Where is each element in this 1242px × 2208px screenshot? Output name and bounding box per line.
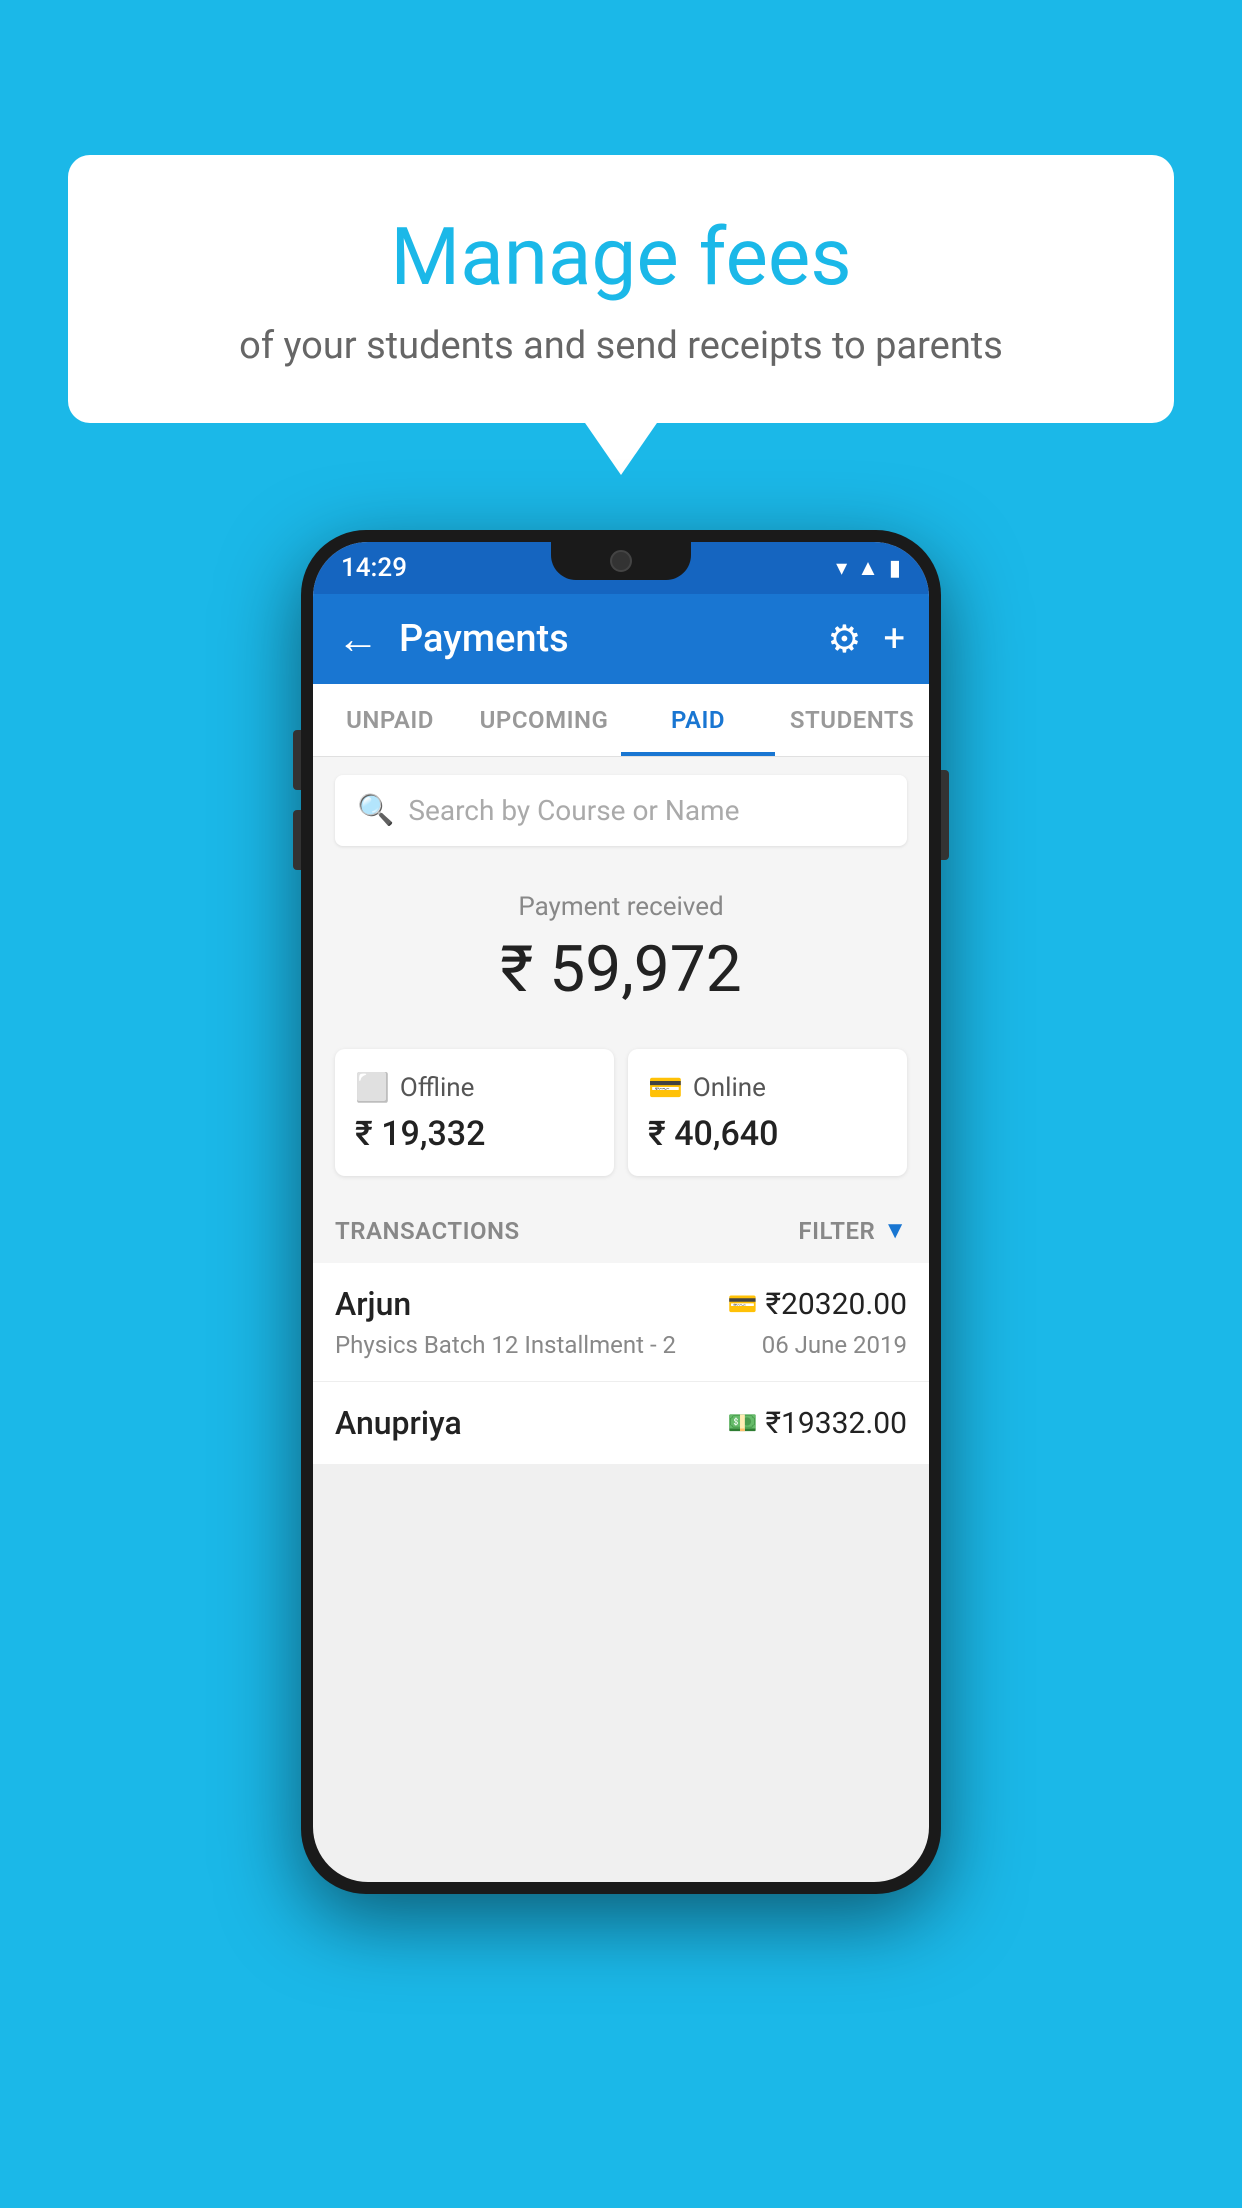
tab-upcoming[interactable]: UPCOMING bbox=[467, 684, 621, 756]
transactions-label: TRANSACTIONS bbox=[335, 1217, 520, 1245]
add-icon[interactable]: + bbox=[883, 617, 905, 661]
online-label: Online bbox=[693, 1073, 766, 1103]
signal-icon: ▲ bbox=[857, 555, 879, 581]
transaction-amount-wrap-anupriya: 💵 ₹19332.00 bbox=[728, 1406, 907, 1441]
transaction-row-anupriya[interactable]: Anupriya 💵 ₹19332.00 bbox=[313, 1382, 929, 1464]
volume-down-button bbox=[293, 810, 301, 870]
status-icons: ▾ ▲ ▮ bbox=[836, 555, 901, 581]
offline-icon: ⬜ bbox=[355, 1071, 390, 1104]
transaction-amount-arjun: ₹20320.00 bbox=[766, 1287, 907, 1322]
settings-icon[interactable]: ⚙ bbox=[827, 617, 861, 662]
status-time: 14:29 bbox=[341, 553, 407, 583]
online-icon: 💳 bbox=[648, 1071, 683, 1104]
phone-camera bbox=[610, 550, 632, 572]
transactions-header: TRANSACTIONS FILTER ▼ bbox=[313, 1198, 929, 1263]
transaction-name-arjun: Arjun bbox=[335, 1285, 411, 1323]
offline-label: Offline bbox=[400, 1073, 475, 1103]
bubble-subtitle: of your students and send receipts to pa… bbox=[128, 324, 1114, 368]
payment-received-label: Payment received bbox=[335, 892, 907, 922]
transaction-amount-wrap-arjun: 💳 ₹20320.00 bbox=[728, 1287, 907, 1322]
online-card-header: 💳 Online bbox=[648, 1071, 887, 1104]
app-bar: ← Payments ⚙ + bbox=[313, 594, 929, 684]
transaction-course-arjun: Physics Batch 12 Installment - 2 bbox=[335, 1331, 676, 1359]
transaction-payment-icon-arjun: 💳 bbox=[728, 1290, 758, 1318]
speech-bubble: Manage fees of your students and send re… bbox=[68, 155, 1174, 423]
transaction-date-arjun: 06 June 2019 bbox=[762, 1331, 907, 1359]
offline-card-header: ⬜ Offline bbox=[355, 1071, 594, 1104]
online-amount: ₹ 40,640 bbox=[648, 1114, 887, 1154]
power-button bbox=[941, 770, 949, 860]
back-button[interactable]: ← bbox=[337, 615, 379, 664]
payment-cards: ⬜ Offline ₹ 19,332 💳 Online ₹ 40,640 bbox=[313, 1049, 929, 1198]
transaction-top-arjun: Arjun 💳 ₹20320.00 bbox=[335, 1285, 907, 1323]
phone-screen: 14:29 ▾ ▲ ▮ ← Payments ⚙ + UNPAID bbox=[313, 542, 929, 1882]
tab-unpaid[interactable]: UNPAID bbox=[313, 684, 467, 756]
speech-bubble-container: Manage fees of your students and send re… bbox=[68, 155, 1174, 423]
phone-mockup: 14:29 ▾ ▲ ▮ ← Payments ⚙ + UNPAID bbox=[301, 530, 941, 1894]
phone-outer: 14:29 ▾ ▲ ▮ ← Payments ⚙ + UNPAID bbox=[301, 530, 941, 1894]
search-bar[interactable]: 🔍 Search by Course or Name bbox=[335, 775, 907, 846]
app-bar-title: Payments bbox=[399, 617, 807, 661]
offline-card: ⬜ Offline ₹ 19,332 bbox=[335, 1049, 614, 1176]
phone-notch bbox=[551, 542, 691, 580]
filter-label: FILTER bbox=[798, 1217, 875, 1245]
filter-button[interactable]: FILTER ▼ bbox=[798, 1216, 907, 1245]
search-icon: 🔍 bbox=[357, 793, 394, 828]
transaction-amount-anupriya: ₹19332.00 bbox=[766, 1406, 907, 1441]
transaction-top-anupriya: Anupriya 💵 ₹19332.00 bbox=[335, 1404, 907, 1442]
offline-amount: ₹ 19,332 bbox=[355, 1114, 594, 1154]
search-container: 🔍 Search by Course or Name bbox=[313, 757, 929, 864]
tab-paid[interactable]: PAID bbox=[621, 684, 775, 756]
transaction-row-arjun[interactable]: Arjun 💳 ₹20320.00 Physics Batch 12 Insta… bbox=[313, 1263, 929, 1382]
online-card: 💳 Online ₹ 40,640 bbox=[628, 1049, 907, 1176]
tabs-container: UNPAID UPCOMING PAID STUDENTS bbox=[313, 684, 929, 757]
transaction-payment-icon-anupriya: 💵 bbox=[728, 1409, 758, 1437]
transaction-bottom-arjun: Physics Batch 12 Installment - 2 06 June… bbox=[335, 1331, 907, 1359]
app-bar-icons: ⚙ + bbox=[827, 617, 905, 662]
volume-up-button bbox=[293, 730, 301, 790]
payment-received-section: Payment received ₹ 59,972 bbox=[313, 864, 929, 1049]
payment-received-amount: ₹ 59,972 bbox=[335, 932, 907, 1007]
search-input[interactable]: Search by Course or Name bbox=[408, 794, 739, 827]
tab-students[interactable]: STUDENTS bbox=[775, 684, 929, 756]
battery-icon: ▮ bbox=[889, 556, 901, 581]
wifi-icon: ▾ bbox=[836, 556, 847, 581]
bubble-title: Manage fees bbox=[128, 210, 1114, 304]
filter-icon: ▼ bbox=[883, 1216, 907, 1245]
transaction-name-anupriya: Anupriya bbox=[335, 1404, 462, 1442]
